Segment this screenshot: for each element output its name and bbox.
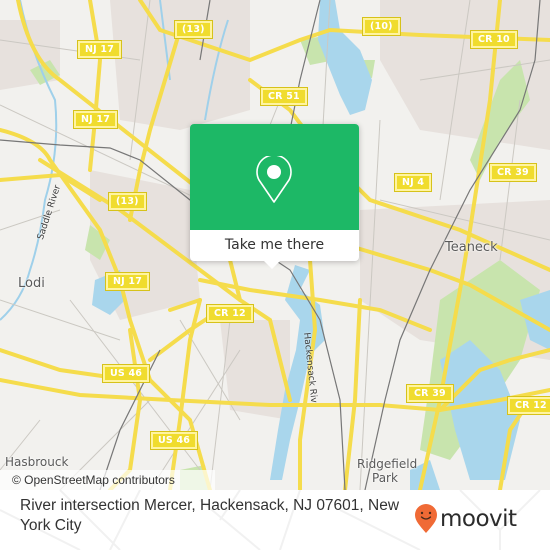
moovit-pin-face-icon bbox=[415, 504, 437, 533]
footer: River intersection Mercer, Hackensack, N… bbox=[0, 490, 550, 550]
location-address: River intersection Mercer, Hackensack, N… bbox=[20, 497, 400, 534]
place-label-lodi: Lodi bbox=[18, 276, 45, 291]
road-shield-cr10: CR 10 bbox=[470, 30, 518, 49]
place-label-teaneck: Teaneck bbox=[445, 240, 498, 255]
road-shield-10: (10) bbox=[362, 17, 401, 36]
place-label-ridgefield-park: Park bbox=[372, 471, 398, 485]
location-popup: Take me there bbox=[190, 124, 359, 269]
take-me-there-button[interactable]: Take me there bbox=[190, 230, 359, 261]
road-shield-nj17: NJ 17 bbox=[72, 110, 119, 129]
road-shield-nj17: NJ 17 bbox=[76, 40, 123, 59]
popup-header bbox=[190, 124, 359, 230]
road-shield-cr39: CR 39 bbox=[489, 163, 537, 182]
moovit-logo[interactable]: moovit bbox=[414, 504, 517, 534]
road-shield-13: (13) bbox=[174, 20, 213, 39]
road-shield-us46: US 46 bbox=[101, 364, 151, 383]
road-shield-13: (13) bbox=[108, 192, 147, 211]
road-shield-nj17: NJ 17 bbox=[104, 272, 151, 291]
road-shield-us46: US 46 bbox=[149, 431, 199, 450]
road-shield-cr12: CR 12 bbox=[206, 304, 254, 323]
popup-pointer bbox=[263, 260, 281, 269]
road-shield-nj4: NJ 4 bbox=[393, 173, 433, 192]
moovit-wordmark: moovit bbox=[440, 506, 517, 532]
place-label-hasbrouck: Hasbrouck bbox=[5, 455, 69, 469]
map-view[interactable]: NJ 17 (13) (10) CR 10 NJ 17 CR 51 NJ 4 C… bbox=[0, 0, 550, 490]
place-label-ridgefield: Ridgefield bbox=[357, 457, 418, 471]
road-shield-cr39: CR 39 bbox=[406, 384, 454, 403]
map-attribution[interactable]: © OpenStreetMap contributors bbox=[0, 470, 215, 490]
road-shield-cr51: CR 51 bbox=[260, 87, 308, 106]
road-shield-cr12: CR 12 bbox=[507, 396, 550, 415]
